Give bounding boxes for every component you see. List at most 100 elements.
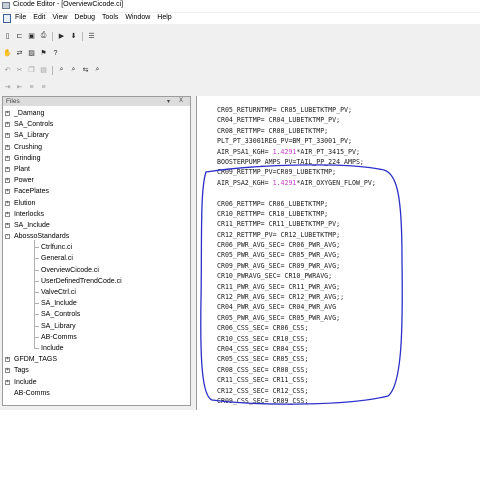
run-icon[interactable]: ▶ <box>56 31 67 41</box>
expand-icon[interactable]: + <box>5 133 10 139</box>
menu-tools[interactable]: Tools <box>102 14 118 21</box>
bookmark-icon[interactable]: ⚑ <box>38 48 49 58</box>
panel-close-button[interactable]: X <box>179 98 183 104</box>
tree-item[interactable]: OverviewCicode.ci <box>3 265 190 276</box>
tree-item[interactable]: + Power <box>3 175 190 186</box>
tree-item[interactable]: General.ci <box>3 253 190 264</box>
tree-item[interactable]: + Tags <box>3 365 190 376</box>
find-in-files-icon[interactable]: ⌕ <box>92 65 103 75</box>
panel-menu-button[interactable]: ▾ <box>167 98 170 105</box>
file-tree: + _Damang + SA_Controls + SA_Library + Crushing… <box>3 108 190 399</box>
menu-edit[interactable]: Edit <box>33 14 45 21</box>
title-bar: Cicode Editor - [OverviewCicode.ci] <box>0 0 480 12</box>
tree-item[interactable]: AB-Comms <box>3 388 190 399</box>
image-icon[interactable]: ▨ <box>26 48 37 58</box>
tree-item-label: UserDefinedTrendCode.ci <box>41 277 122 285</box>
expand-icon[interactable]: + <box>5 111 10 116</box>
collapse-icon[interactable]: - <box>5 234 10 240</box>
tree-item[interactable]: AB-Comms <box>3 332 190 343</box>
paste-icon[interactable]: ▤ <box>38 65 49 75</box>
files-panel: Files ▾ X + _Damang + SA_Controls + SA_Librar… <box>2 96 191 406</box>
tree-item[interactable]: + Grinding <box>3 153 190 164</box>
tree-item-label: AbossoStandards <box>14 233 70 241</box>
expand-icon[interactable]: + <box>5 166 10 172</box>
tree-item[interactable]: + Include <box>3 377 190 388</box>
tree-item[interactable]: + SA_Include <box>3 220 190 231</box>
find-icon[interactable]: ⌕ <box>56 65 67 75</box>
expand-icon[interactable]: + <box>5 222 10 228</box>
tree-item-label: Grinding <box>14 154 41 162</box>
tree-item-label: SA_Include <box>41 300 77 308</box>
cut-icon[interactable]: ✂ <box>14 65 25 75</box>
tree-item[interactable]: + SA_Library <box>3 130 190 141</box>
tree-guide-line <box>34 240 35 350</box>
code-text: CR08_RETTMP= CR08_LUBETKTMP; <box>217 126 329 135</box>
hand-icon[interactable]: ✋ <box>2 48 13 58</box>
comment-icon[interactable]: ≡ <box>26 82 37 92</box>
menu-help[interactable]: Help <box>157 14 171 21</box>
copy-icon[interactable]: ❐ <box>26 65 37 75</box>
undo-icon[interactable]: ↶ <box>2 65 13 75</box>
tree-item-label: ValveCtrl.ci <box>41 289 76 296</box>
expand-icon[interactable]: + <box>5 144 10 150</box>
tree-item[interactable]: + Plant <box>3 164 190 175</box>
tree-item[interactable]: ValveCtrl.ci <box>3 287 190 298</box>
files-panel-header: Files ▾ X <box>3 97 190 106</box>
open-folder-icon[interactable]: ⊏ <box>14 31 25 41</box>
tree-item[interactable]: UserDefinedTrendCode.ci <box>3 276 190 287</box>
menu-file[interactable]: File <box>15 14 26 21</box>
menu-window[interactable]: Window <box>125 14 150 21</box>
tree-item-label: GFDM_TAGS <box>14 356 58 364</box>
tree-item[interactable]: - AbossoStandards <box>3 231 190 242</box>
tree-item[interactable]: + Crushing <box>3 142 190 153</box>
menu-debug[interactable]: Debug <box>74 14 95 21</box>
code-text: PLT_PT_33001REG_PV=BM_PT_33001_PV; <box>217 137 352 146</box>
list-icon[interactable]: ☰ <box>86 31 97 41</box>
tree-item-label: Plant <box>14 165 30 173</box>
tree-item-label: Include <box>14 378 37 386</box>
toolbar-separator <box>82 31 83 41</box>
uncomment-icon[interactable]: ≡ <box>38 82 49 92</box>
replace-icon[interactable]: ⇆ <box>80 65 91 75</box>
tree-item[interactable]: SA_Controls <box>3 309 190 320</box>
toolbar-separator <box>52 65 53 75</box>
tree-item[interactable]: SA_Library <box>3 321 190 332</box>
tree-item[interactable]: + FacePlates <box>3 186 190 197</box>
tree-item[interactable]: + Interlocks <box>3 209 190 220</box>
compile-icon[interactable]: ⬇ <box>68 31 79 41</box>
code-line: AIR_PSA1_KGH= 1.4291*AIR_PT_3415_PV; <box>217 147 376 157</box>
toolbar-row-2: ✋ ⇄ ▨ ⚑? <box>0 47 180 59</box>
tree-item[interactable]: Ctrlfunc.ci <box>3 242 190 253</box>
code-line: PLT_PT_33001REG_PV=BM_PT_33001_PV; <box>217 136 376 146</box>
expand-icon[interactable]: + <box>5 122 10 128</box>
tree-item-label: Crushing <box>14 143 43 151</box>
toolbar-row-3: ↶ ✂ ❐ ▤ ⌕ ⌕ ⇆ ⌕ <box>0 64 180 76</box>
tree-item[interactable]: + SA_Controls <box>3 119 190 130</box>
tree-item[interactable]: Include <box>3 343 190 354</box>
expand-icon[interactable]: + <box>5 211 10 217</box>
expand-icon[interactable]: + <box>5 200 10 206</box>
menu-view[interactable]: View <box>52 14 67 21</box>
find-next-icon[interactable]: ⌕ <box>68 65 79 75</box>
help-icon[interactable]: ? <box>50 48 61 58</box>
expand-icon[interactable]: + <box>5 189 10 195</box>
expand-icon[interactable]: + <box>5 379 10 385</box>
tree-item-label: AB-Comms <box>14 389 50 397</box>
expand-icon[interactable]: + <box>5 357 10 363</box>
expand-icon[interactable]: + <box>5 155 10 161</box>
tree-item-label: Ctrlfunc.ci <box>41 244 73 252</box>
tree-item[interactable]: + _Damang <box>3 108 190 119</box>
save-icon[interactable]: ▣ <box>26 31 37 41</box>
print-icon[interactable]: ⎙ <box>38 31 49 41</box>
expand-icon[interactable]: + <box>5 178 10 184</box>
indent-icon[interactable]: ⇥ <box>2 82 13 92</box>
tree-item[interactable]: SA_Include <box>3 298 190 309</box>
expand-icon[interactable]: + <box>5 368 10 374</box>
tree-item-label: Power <box>14 177 34 185</box>
tree-item[interactable]: + GFDM_TAGS <box>3 354 190 365</box>
numeric-literal: 1.4291 <box>272 147 297 156</box>
outdent-icon[interactable]: ⇤ <box>14 82 25 92</box>
new-file-icon[interactable]: ▯ <box>2 31 13 41</box>
toggle-icon[interactable]: ⇄ <box>14 48 25 58</box>
tree-item[interactable]: + Elution <box>3 198 190 209</box>
